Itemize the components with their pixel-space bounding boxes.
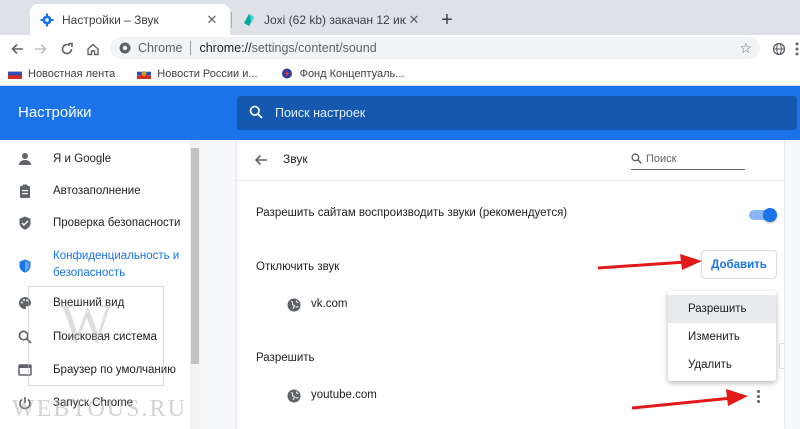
menu-item-edit[interactable]: Изменить [668, 323, 776, 351]
bookmark-star-icon[interactable]: ☆ [739, 40, 752, 57]
chrome-icon [118, 41, 132, 55]
sidebar-item-label-line2: безопасность [53, 267, 126, 279]
forward-arrow-icon[interactable] [30, 38, 52, 60]
flag-icon [8, 68, 22, 79]
bookmark-label: Фонд Концептуаль... [299, 67, 405, 80]
back-button[interactable] [251, 150, 271, 170]
toggle-knob [763, 208, 777, 222]
menu-anchor-button[interactable] [779, 343, 785, 369]
menu-item-remove[interactable]: Удалить [668, 351, 776, 379]
sidebar-item-safety-check[interactable]: Проверка безопасности [0, 214, 190, 232]
tab-settings-sound[interactable]: Настройки – Звук ✕ [30, 4, 230, 35]
sidebar-item-label: Автозаполнение [53, 185, 141, 197]
clipboard-icon [18, 184, 32, 198]
tab-title: Настройки – Звук [62, 12, 159, 27]
home-icon[interactable] [82, 38, 104, 60]
url-divider [190, 41, 192, 55]
sound-search[interactable] [631, 148, 745, 170]
settings-search-input[interactable] [275, 106, 675, 120]
header-divider [237, 180, 784, 181]
bookmark-item[interactable]: Фонд Концептуаль... [280, 67, 405, 80]
shield-lock-icon [18, 259, 32, 273]
settings-search[interactable] [237, 96, 797, 130]
url-host: chrome:// [199, 41, 252, 55]
bookmarks-bar: Новостная лента Новости России и... Фонд… [0, 62, 800, 86]
watermark-text: WEBTOUS.RU [12, 396, 187, 422]
bookmark-item[interactable]: Новости России и... [137, 67, 258, 80]
back-arrow-icon[interactable] [6, 38, 28, 60]
gear-icon [40, 13, 54, 27]
url-path: settings/content/sound [251, 41, 377, 55]
sidebar-item-label: Конфиденциальность и [53, 250, 180, 262]
tab-strip: Настройки – Звук ✕ Joxi (62 kb) закачан … [0, 0, 800, 35]
site-name: vk.com [311, 298, 348, 310]
fund-icon [281, 68, 292, 79]
site-name: youtube.com [311, 389, 377, 401]
joxi-icon [242, 13, 256, 27]
flag-icon [137, 68, 152, 79]
bookmark-label: Новости России и... [157, 67, 258, 80]
url-scheme-label: Chrome [138, 41, 183, 55]
new-tab-button[interactable]: + [435, 8, 459, 32]
sidebar-scroll-thumb[interactable] [191, 148, 199, 364]
tab-title: Joxi (62 kb) закачан 12 июля 20 [264, 12, 406, 27]
more-actions-icon[interactable] [751, 386, 765, 406]
add-button[interactable]: Добавить [701, 250, 777, 279]
bookmark-item[interactable]: Новостная лента [8, 68, 115, 80]
sound-settings-card: Звук Разрешить сайтам воспроизводить зву… [237, 140, 785, 429]
search-icon [631, 153, 642, 164]
shield-icon [18, 216, 32, 230]
allow-sound-toggle[interactable] [749, 208, 777, 222]
menu-item-allow[interactable]: Разрешить [668, 295, 776, 323]
allow-section-label: Разрешить [256, 352, 315, 364]
tab-joxi[interactable]: Joxi (62 kb) закачан 12 июля 20 ✕ [232, 4, 432, 35]
sidebar-item-autofill[interactable]: Автозаполнение [0, 182, 190, 200]
sidebar-item-label: Проверка безопасности [53, 217, 181, 229]
sidebar-item-privacy-security[interactable]: Конфиденциальность и безопасность [0, 248, 190, 284]
sidebar-scrollbar[interactable] [190, 140, 200, 429]
sidebar-item-label: Я и Google [53, 153, 112, 165]
address-bar[interactable]: Chrome chrome:// settings/content/sound … [110, 37, 760, 59]
watermark-letter: W [60, 293, 113, 355]
reload-icon[interactable] [56, 38, 78, 60]
sidebar-item-you-and-google[interactable]: Я и Google [0, 150, 190, 168]
allow-sound-label: Разрешить сайтам воспроизводить звуки (р… [256, 207, 568, 219]
menu-kebab-icon[interactable] [786, 38, 800, 60]
settings-header: Настройки [0, 86, 800, 140]
person-icon [18, 152, 32, 166]
close-icon[interactable]: ✕ [406, 12, 422, 28]
search-icon [249, 105, 263, 122]
back-arrow-icon [254, 154, 267, 166]
globe-icon [287, 298, 301, 312]
bookmark-label: Новостная лента [28, 67, 116, 80]
settings-title: Настройки [18, 104, 92, 121]
browser-toolbar: Chrome chrome:// settings/content/sound … [0, 35, 800, 62]
context-menu: Разрешить Изменить Удалить [668, 291, 776, 381]
sound-search-input[interactable] [646, 152, 736, 165]
page-title: Звук [283, 152, 308, 166]
close-icon[interactable]: ✕ [204, 12, 220, 28]
mute-section-label: Отключить звук [256, 261, 340, 273]
globe-icon [287, 389, 301, 403]
main-content: Звук Разрешить сайтам воспроизводить зву… [200, 140, 800, 429]
